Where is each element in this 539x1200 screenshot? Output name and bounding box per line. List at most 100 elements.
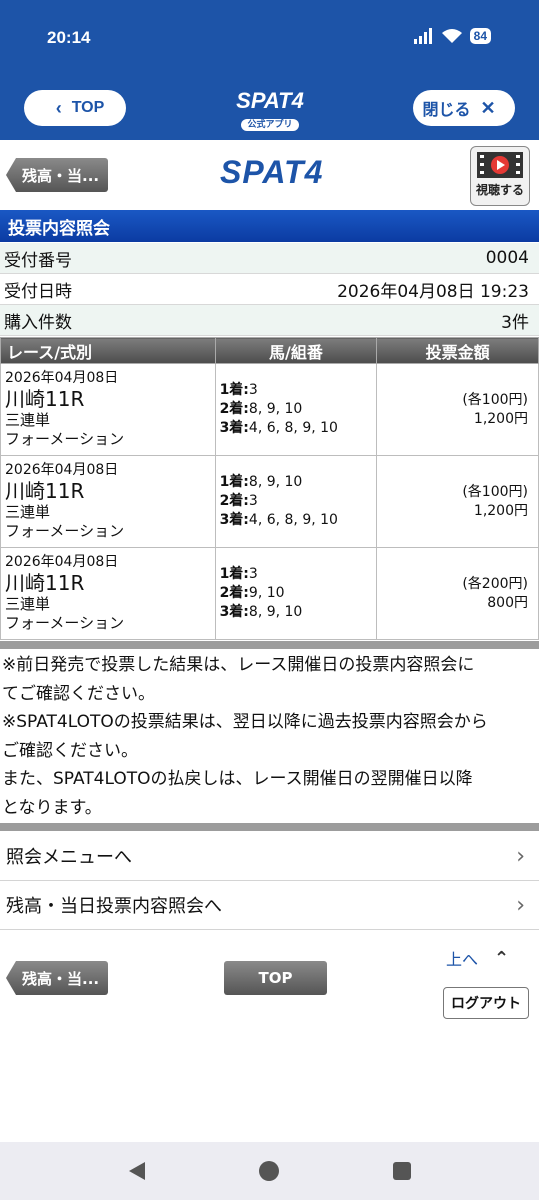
divider: [0, 641, 539, 649]
third-place-label: 3着:: [219, 604, 249, 620]
balance-inquiry-link[interactable]: 残高・当日投票内容照会へ ›: [0, 881, 539, 930]
notice-line: てご確認ください。: [2, 683, 155, 704]
logout-button[interactable]: ログアウト: [443, 987, 529, 1019]
combination-cell: 1着:8, 9, 10 2着:3 3着:4, 6, 8, 9, 10: [214, 455, 378, 548]
notice-line: また、SPAT4LOTOの払戻しは、レース開催日の翌開催日以降: [2, 769, 473, 789]
app-logo-word: SPAT4: [236, 88, 304, 113]
nav-back-icon[interactable]: [127, 1161, 147, 1181]
system-nav-bar: [0, 1142, 539, 1200]
balance-back-button[interactable]: 残高・当...: [6, 158, 108, 192]
scroll-to-top-label: 上へ: [446, 950, 479, 969]
notice-text: ※前日発売で投票した結果は、レース開催日の投票内容照会に てご確認ください。 ※…: [2, 651, 539, 822]
combination-cell: 1着:3 2着:8, 9, 10 3着:4, 6, 8, 9, 10: [214, 363, 378, 456]
balance-inquiry-label: 残高・当日投票内容照会へ: [6, 896, 222, 917]
race-name: 川崎11R: [5, 479, 85, 503]
second-place-label: 2着:: [219, 493, 249, 509]
first-place-label: 1着:: [219, 382, 249, 398]
purchase-count-row: 購入件数 3件: [0, 305, 539, 336]
chevron-right-icon: ›: [516, 843, 525, 869]
app-header: 20:14 84 ‹ TOP SPAT4 公式アプリ 閉じる ✕: [0, 0, 539, 140]
status-icons: 84: [413, 28, 491, 44]
race-date: 2026年04月08日: [5, 370, 119, 386]
first-place-value: 3: [248, 566, 258, 582]
header-amount: 投票金額: [376, 337, 539, 364]
race-date: 2026年04月08日: [5, 462, 119, 478]
unit-amount: (各100円): [462, 391, 528, 408]
inquiry-menu-label: 照会メニューへ: [6, 847, 132, 868]
close-button[interactable]: 閉じる ✕: [413, 90, 515, 126]
second-place-value: 3: [248, 493, 258, 509]
notice-line: ※前日発売で投票した結果は、レース開催日の投票内容照会に: [2, 655, 475, 675]
table-header-row: レース/式別 馬/組番 投票金額: [0, 337, 539, 364]
table-row: 2026年04月08日 川崎11R 三連単 フォーメーション 1着:8, 9, …: [0, 455, 539, 548]
second-place: 2着:8, 9, 10: [220, 400, 373, 419]
third-place-value: 4, 6, 8, 9, 10: [248, 420, 338, 436]
chevron-up-icon: ⌃: [494, 947, 510, 969]
second-place-label: 2着:: [219, 401, 249, 417]
third-place-label: 3着:: [219, 420, 249, 436]
unit-amount: (各100円): [462, 483, 528, 500]
first-place-label: 1着:: [219, 566, 249, 582]
race-cell: 2026年04月08日 川崎11R 三連単 フォーメーション: [0, 455, 216, 548]
page-title: 投票内容照会: [0, 210, 539, 242]
spat4-logo: SPAT4: [220, 154, 324, 190]
watch-button[interactable]: 視聴する: [470, 146, 530, 206]
bets-table: レース/式別 馬/組番 投票金額 2026年04月08日 川崎11R 三連単 フ…: [0, 337, 539, 640]
receipt-datetime-value: 2026年04月08日 19:23: [337, 281, 529, 302]
top-button-label: TOP: [71, 99, 105, 116]
status-bar: 20:14 84: [0, 0, 539, 80]
nav-home-icon[interactable]: [259, 1161, 279, 1181]
total-amount: 1,200円: [473, 502, 528, 519]
receipt-datetime-label: 受付日時: [4, 281, 72, 302]
battery-indicator: 84: [469, 28, 491, 44]
header-combination: 馬/組番: [214, 337, 378, 364]
first-place: 1着:3: [220, 381, 373, 400]
scroll-to-top-link[interactable]: 上へ ⌃: [446, 946, 509, 970]
notice-line: となります。: [2, 797, 102, 818]
second-place: 2着:9, 10: [220, 584, 373, 603]
receipt-number-row: 受付番号 0004: [0, 243, 539, 274]
purchase-count-value: 3件: [501, 312, 529, 333]
inquiry-menu-link[interactable]: 照会メニューへ ›: [0, 832, 539, 881]
race-cell: 2026年04月08日 川崎11R 三連単 フォーメーション: [0, 547, 216, 640]
close-icon: ✕: [480, 97, 496, 118]
bet-type: 三連単: [5, 503, 51, 521]
bet-type: 三連単: [5, 595, 51, 613]
bet-method: フォーメーション: [5, 430, 125, 448]
divider: [0, 823, 539, 831]
bet-method: フォーメーション: [5, 522, 125, 540]
first-place-value: 3: [248, 382, 258, 398]
third-place-label: 3着:: [219, 512, 249, 528]
footer-balance-back-button[interactable]: 残高・当...: [6, 961, 108, 995]
second-place-value: 8, 9, 10: [248, 401, 303, 417]
status-time: 20:14: [47, 28, 91, 47]
receipt-number-label: 受付番号: [4, 250, 72, 271]
first-place: 1着:8, 9, 10: [220, 473, 373, 492]
race-name: 川崎11R: [5, 571, 85, 595]
third-place-value: 8, 9, 10: [248, 604, 303, 620]
wifi-icon: [441, 29, 462, 43]
first-place-label: 1着:: [219, 474, 249, 490]
chevron-right-icon: ›: [516, 892, 525, 918]
second-place: 2着:3: [220, 492, 373, 511]
race-date: 2026年04月08日: [5, 554, 119, 570]
total-amount: 800円: [487, 594, 528, 611]
app-logo: SPAT4 公式アプリ: [229, 88, 311, 131]
second-place-label: 2着:: [219, 585, 249, 601]
unit-amount: (各200円): [462, 575, 528, 592]
third-place: 3着:4, 6, 8, 9, 10: [220, 419, 373, 438]
notice-line: ※SPAT4LOTOの投票結果は、翌日以降に過去投票内容照会から: [2, 712, 488, 732]
amount-cell: (各100円) 1,200円: [376, 455, 539, 548]
table-row: 2026年04月08日 川崎11R 三連単 フォーメーション 1着:3 2着:9…: [0, 547, 539, 640]
total-amount: 1,200円: [473, 410, 528, 427]
bet-type: 三連単: [5, 411, 51, 429]
second-place-value: 9, 10: [248, 585, 285, 601]
race-name: 川崎11R: [5, 387, 85, 411]
first-place: 1着:3: [220, 565, 373, 584]
table-row: 2026年04月08日 川崎11R 三連単 フォーメーション 1着:3 2着:8…: [0, 363, 539, 456]
close-button-label: 閉じる: [422, 102, 471, 119]
nav-recents-icon[interactable]: [393, 1162, 411, 1180]
header-race: レース/式別: [0, 337, 216, 364]
top-button[interactable]: ‹ TOP: [24, 90, 126, 126]
footer-top-button[interactable]: TOP: [224, 961, 327, 995]
